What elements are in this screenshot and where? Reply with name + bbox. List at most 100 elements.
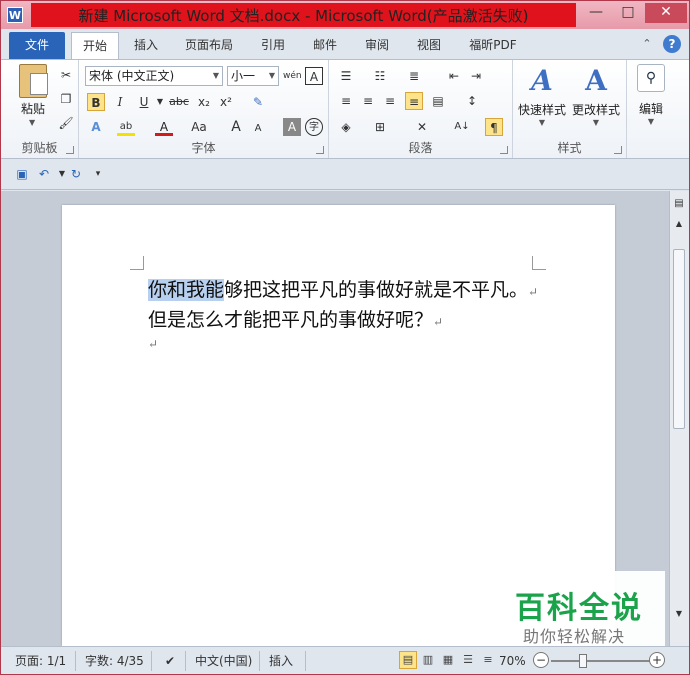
zoom-slider-thumb[interactable]: [579, 654, 587, 668]
document-line-1[interactable]: 你和我能够把这把平凡的事做好就是不平凡。↵: [148, 275, 538, 302]
line2-text: 但是怎么才能把平凡的事做好呢？: [148, 309, 434, 331]
decrease-indent-icon[interactable]: ⇤: [445, 67, 463, 85]
dialog-launcher-icon[interactable]: [500, 146, 508, 154]
selected-text[interactable]: 你和我能: [148, 279, 225, 301]
distributed-icon[interactable]: ▤: [429, 92, 447, 110]
document-line-2[interactable]: 但是怎么才能把平凡的事做好呢？↵: [148, 305, 443, 332]
tab-insert[interactable]: 插入: [125, 32, 167, 59]
zoom-out-button[interactable]: −: [533, 652, 549, 668]
strikethrough-button[interactable]: abc: [167, 93, 191, 111]
dialog-launcher-icon[interactable]: [614, 146, 622, 154]
change-styles-label: 更改样式: [571, 103, 620, 117]
multilevel-list-icon[interactable]: ≣: [405, 67, 423, 85]
copy-icon[interactable]: ❐: [57, 90, 75, 108]
tab-references[interactable]: 引用: [253, 32, 293, 59]
numbering-icon[interactable]: ☷: [371, 67, 389, 85]
paste-icon[interactable]: [19, 64, 48, 98]
sort-icon[interactable]: A↓: [453, 118, 471, 136]
scroll-up-icon[interactable]: ▲: [670, 215, 688, 233]
align-right-icon[interactable]: ≡: [381, 92, 399, 110]
tab-view[interactable]: 视图: [409, 32, 449, 59]
align-left-icon[interactable]: ≡: [337, 92, 355, 110]
full-screen-reading-icon[interactable]: ▥: [419, 651, 437, 669]
divider: [75, 651, 76, 671]
char-border-icon[interactable]: A: [305, 67, 323, 85]
zoom-level[interactable]: 70%: [499, 652, 526, 670]
group-label-font: 字体: [191, 141, 216, 155]
close-button[interactable]: ✕: [645, 3, 687, 23]
draft-view-icon[interactable]: ≡: [479, 651, 497, 669]
paste-button-label[interactable]: 粘贴: [13, 100, 53, 117]
scrollbar-thumb[interactable]: [673, 249, 685, 429]
zoom-slider-track[interactable]: [551, 660, 651, 662]
show-marks-icon[interactable]: ¶: [485, 118, 503, 136]
superscript-button[interactable]: x²: [217, 93, 235, 111]
shrink-font-button[interactable]: A: [249, 120, 267, 138]
text-effects-icon[interactable]: A: [87, 118, 105, 136]
tab-page-layout[interactable]: 页面布局: [177, 32, 241, 59]
print-layout-icon[interactable]: ▤: [399, 651, 417, 669]
proofing-icon[interactable]: ✔: [161, 652, 179, 670]
justify-icon[interactable]: ≡: [405, 92, 423, 110]
change-styles-icon: A: [585, 64, 607, 97]
bold-button[interactable]: B: [87, 93, 105, 111]
language-status[interactable]: 中文(中国): [195, 652, 252, 670]
undo-icon[interactable]: ↶: [35, 165, 53, 183]
tab-file[interactable]: 文件: [9, 32, 65, 59]
highlight-color-button[interactable]: ab: [117, 118, 135, 136]
chevron-down-icon[interactable]: ▼: [29, 118, 35, 127]
cut-icon[interactable]: ✂: [57, 66, 75, 84]
tab-mailings[interactable]: 邮件: [305, 32, 345, 59]
save-icon[interactable]: ▣: [13, 165, 31, 183]
editing-button[interactable]: ⚲ 编辑 ▼: [633, 64, 669, 134]
divider: [259, 651, 260, 671]
quick-styles-button[interactable]: A 快速样式 ▼: [517, 64, 567, 134]
change-styles-button[interactable]: A 更改样式 ▼: [571, 64, 621, 134]
tab-home[interactable]: 开始: [71, 32, 119, 59]
word-count[interactable]: 字数: 4/35: [85, 652, 144, 670]
chinese-layout-icon[interactable]: ✕: [413, 118, 431, 136]
grow-font-button[interactable]: A: [227, 118, 245, 136]
scroll-down-icon[interactable]: ▼: [670, 605, 688, 623]
font-name-value: 宋体 (中文正文): [89, 69, 175, 83]
maximize-button[interactable]: □: [613, 3, 643, 23]
insert-mode-status[interactable]: 插入: [269, 652, 293, 670]
word-app-icon[interactable]: W: [7, 7, 23, 23]
minimize-button[interactable]: —: [581, 3, 611, 23]
clear-formatting-icon[interactable]: ✎: [249, 93, 267, 111]
shading-icon[interactable]: ◈: [337, 118, 355, 136]
font-size-value: 小一: [231, 69, 256, 83]
ruler-toggle-icon[interactable]: ▤: [670, 195, 688, 213]
char-shading-button[interactable]: A: [283, 118, 301, 136]
help-icon[interactable]: ?: [663, 35, 681, 53]
customize-toolbar-icon[interactable]: ▾: [89, 165, 107, 183]
font-size-select[interactable]: 小一 ▼: [227, 66, 279, 86]
watermark-sub-text: 助你轻松解决: [523, 627, 626, 646]
binoculars-icon: ⚲: [637, 64, 665, 92]
line-spacing-icon[interactable]: ↕: [463, 92, 481, 110]
redo-icon[interactable]: ↻: [67, 165, 85, 183]
font-name-select[interactable]: 宋体 (中文正文) ▼: [85, 66, 223, 86]
change-case-button[interactable]: Aa: [187, 118, 211, 136]
zoom-in-button[interactable]: +: [649, 652, 665, 668]
italic-button[interactable]: I: [111, 93, 129, 111]
borders-icon[interactable]: ⊞: [371, 118, 389, 136]
web-layout-icon[interactable]: ▦: [439, 651, 457, 669]
subscript-button[interactable]: x₂: [195, 93, 213, 111]
phonetic-guide-icon[interactable]: wén: [283, 67, 302, 85]
increase-indent-icon[interactable]: ⇥: [467, 67, 485, 85]
document-line-3[interactable]: ↵: [148, 337, 158, 351]
bullets-icon[interactable]: ☰: [337, 67, 355, 85]
chevron-up-icon[interactable]: ⌃: [639, 35, 655, 53]
dialog-launcher-icon[interactable]: [66, 146, 74, 154]
font-color-button[interactable]: A: [155, 118, 173, 136]
dialog-launcher-icon[interactable]: [316, 146, 324, 154]
page-count[interactable]: 页面: 1/1: [15, 652, 66, 670]
tab-foxit-pdf[interactable]: 福昕PDF: [461, 32, 525, 59]
enclose-characters-button[interactable]: 字: [305, 118, 323, 136]
tab-review[interactable]: 审阅: [357, 32, 397, 59]
ribbon-tabs: 文件 开始 插入 页面布局 引用 邮件 审阅 视图 福昕PDF ⌃ ?: [1, 29, 689, 59]
outline-view-icon[interactable]: ☰: [459, 651, 477, 669]
align-center-icon[interactable]: ≡: [359, 92, 377, 110]
format-painter-icon[interactable]: 🖌: [57, 114, 75, 132]
